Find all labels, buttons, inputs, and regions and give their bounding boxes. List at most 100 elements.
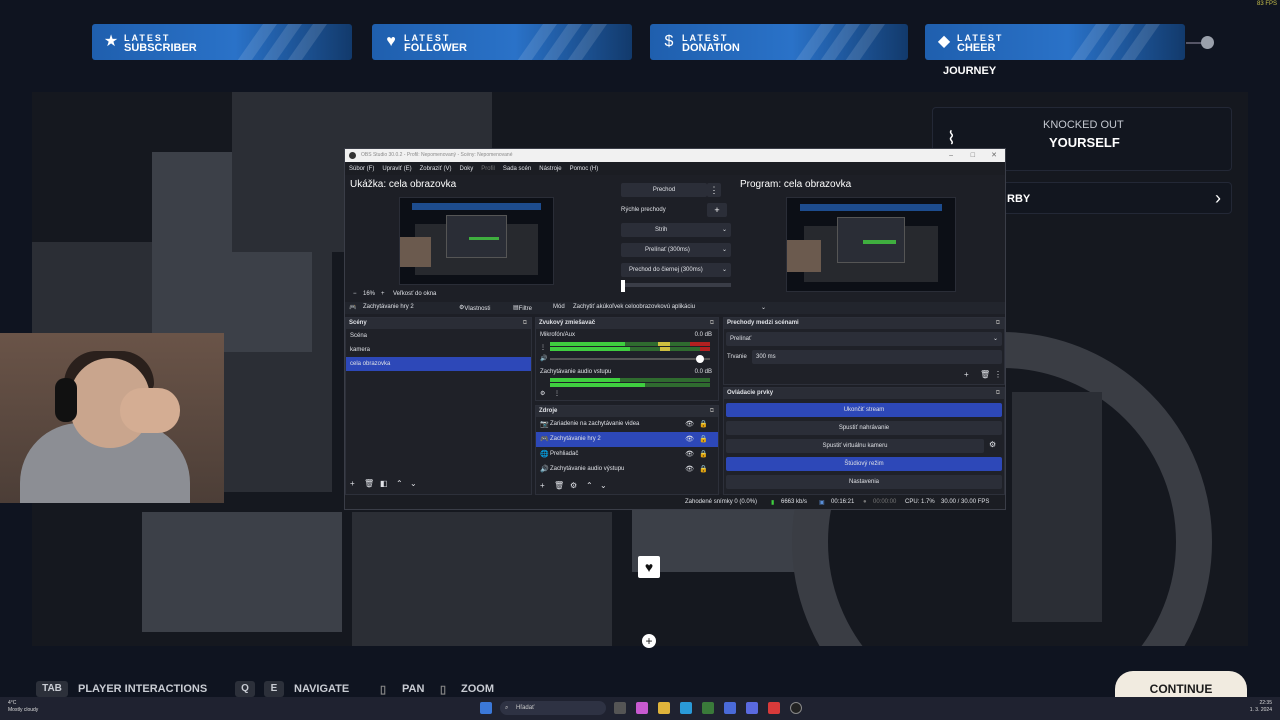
- mixer-settings-icon[interactable]: ⚙: [540, 390, 545, 397]
- t-bar-slider[interactable]: [621, 283, 731, 287]
- trash-icon[interactable]: 🗑: [554, 481, 564, 490]
- move-up-icon[interactable]: ⌃: [586, 481, 593, 490]
- trash-icon[interactable]: 🗑: [364, 479, 374, 488]
- transitions-header: Prechody medzi scénami ⧉: [724, 318, 1004, 329]
- heart-marker-icon[interactable]: ♥: [638, 556, 660, 578]
- mixer-menu-icon[interactable]: ⋮: [554, 390, 560, 397]
- start-recording-button[interactable]: Spustiť nahrávanie: [726, 421, 1002, 435]
- maximize-icon[interactable]: □: [971, 149, 975, 162]
- scene-item[interactable]: Scéna: [346, 329, 531, 343]
- minimize-icon[interactable]: –: [949, 149, 953, 162]
- lock-icon[interactable]: 🔒: [699, 432, 708, 447]
- journey-knob[interactable]: [1201, 36, 1214, 49]
- edge-icon[interactable]: [680, 702, 692, 714]
- move-down-icon[interactable]: ⌄: [410, 479, 417, 488]
- zoom-hint[interactable]: ZOOM: [461, 683, 494, 695]
- chevron-right-icon: ›: [1215, 188, 1221, 208]
- scene-item[interactable]: kamera: [346, 343, 531, 357]
- t-bar-handle[interactable]: [621, 280, 625, 292]
- visibility-icon[interactable]: 👁: [685, 462, 694, 477]
- file-explorer-icon[interactable]: [658, 702, 670, 714]
- stop-stream-button[interactable]: Ukončiť stream: [726, 403, 1002, 417]
- preview-canvas[interactable]: [399, 197, 554, 285]
- record-time: 00:00:00: [873, 499, 897, 505]
- properties-label: Vlastnosti: [464, 306, 491, 312]
- zoom-mode[interactable]: Veľkosť do okna: [393, 291, 436, 297]
- gear-icon[interactable]: ⚙: [570, 481, 577, 490]
- start-virtual-camera-button[interactable]: Spustiť virtuálnu kameru: [726, 439, 984, 453]
- menu-help[interactable]: Pomoc (H): [570, 166, 599, 172]
- menu-edit[interactable]: Upraviť (E): [382, 166, 411, 172]
- lock-icon[interactable]: 🔒: [699, 417, 708, 432]
- visibility-icon[interactable]: 👁: [685, 447, 694, 462]
- taskbar-clock[interactable]: 22:35 1. 3. 2024: [1250, 700, 1272, 714]
- transition-menu-icon[interactable]: ⋮: [707, 183, 721, 197]
- mode-select[interactable]: Zachytiť akúkoľvek celoobrazovkovú aplik…: [573, 304, 695, 310]
- copilot-icon[interactable]: [636, 702, 648, 714]
- menu-tools[interactable]: Nástroje: [539, 166, 561, 172]
- lock-icon[interactable]: 🔒: [699, 462, 708, 477]
- source-item[interactable]: 📷 Zariadenie na zachytávanie videa 👁 🔒: [536, 417, 718, 432]
- visibility-icon[interactable]: 👁: [685, 432, 694, 447]
- channel-menu-icon[interactable]: ⋮: [540, 344, 546, 351]
- task-view-icon[interactable]: [614, 702, 626, 714]
- studio-mode-button[interactable]: Štúdiový režim: [726, 457, 1002, 471]
- duration-input[interactable]: 300 ms: [752, 350, 1002, 364]
- mic-volume-slider[interactable]: [550, 358, 710, 360]
- menu-scene-collection[interactable]: Sada scén: [503, 166, 531, 172]
- dock-menu-icon[interactable]: ⧉: [996, 318, 1000, 329]
- filters-button[interactable]: ▤ Filtre: [513, 304, 532, 312]
- add-transition-icon[interactable]: +: [964, 370, 969, 379]
- mic-volume-handle[interactable]: [696, 355, 704, 363]
- menu-docks[interactable]: Doky: [460, 166, 474, 172]
- move-up-icon[interactable]: ⌃: [396, 479, 403, 488]
- source-item[interactable]: 🔊 Zachytávanie audio výstupu 👁 🔒: [536, 462, 718, 477]
- filter-icon[interactable]: ◧: [380, 479, 388, 488]
- taskbar-search[interactable]: ⌕ Hľadať: [500, 701, 606, 715]
- properties-button[interactable]: ⚙ Vlastnosti: [459, 304, 490, 312]
- dock-menu-icon[interactable]: ⧉: [523, 318, 527, 329]
- speaker-icon[interactable]: 🔊: [540, 355, 547, 362]
- transition-button[interactable]: Prechod: [621, 183, 707, 197]
- lock-icon[interactable]: 🔒: [699, 447, 708, 462]
- player-interactions-hint[interactable]: PLAYER INTERACTIONS: [78, 683, 207, 695]
- scene-item[interactable]: cela obrazovka: [346, 357, 531, 371]
- pan-hint[interactable]: PAN: [402, 683, 424, 695]
- menu-file[interactable]: Súbor (F): [349, 166, 374, 172]
- store-icon[interactable]: [702, 702, 714, 714]
- fade-black-transition-button[interactable]: Prechod do čiernej (300ms) ⌄: [621, 263, 731, 277]
- add-source-icon[interactable]: +: [540, 481, 545, 490]
- zoom-minus-icon[interactable]: −: [353, 291, 357, 297]
- menu-view[interactable]: Zobraziť (V): [420, 166, 452, 172]
- app-icon[interactable]: [724, 702, 736, 714]
- menu-profile[interactable]: Profil: [481, 166, 495, 172]
- dock-menu-icon[interactable]: ⧉: [710, 406, 714, 417]
- windows-start-icon[interactable]: [480, 702, 492, 714]
- nearby-card[interactable]: RBY ›: [1000, 182, 1232, 214]
- source-item[interactable]: 🌐 Prehliadač 👁 🔒: [536, 447, 718, 462]
- transition-select[interactable]: Prelínať ⌄: [726, 332, 1002, 346]
- move-down-icon[interactable]: ⌄: [600, 481, 607, 490]
- program-canvas: [786, 197, 956, 292]
- dock-menu-icon[interactable]: ⧉: [996, 388, 1000, 399]
- discord-icon[interactable]: [746, 702, 758, 714]
- add-scene-icon[interactable]: +: [350, 479, 355, 488]
- cut-transition-button[interactable]: Strih ⌄: [621, 223, 731, 237]
- source-item[interactable]: 🎮 Zachytávanie hry 2 👁 🔒: [536, 432, 718, 447]
- visibility-icon[interactable]: 👁: [685, 417, 694, 432]
- app-icon[interactable]: [768, 702, 780, 714]
- obs-taskbar-icon[interactable]: [790, 702, 802, 714]
- zoom-plus-icon[interactable]: +: [381, 291, 385, 297]
- gear-icon[interactable]: ⚙: [989, 440, 996, 449]
- plus-marker-icon[interactable]: +: [642, 634, 656, 648]
- trash-icon[interactable]: 🗑: [980, 370, 990, 379]
- navigate-hint[interactable]: NAVIGATE: [294, 683, 349, 695]
- close-icon[interactable]: ✕: [991, 149, 997, 162]
- transition-menu-icon[interactable]: ⋮: [994, 370, 1002, 379]
- weather-widget[interactable]: 4°C Mostly cloudy: [8, 700, 38, 714]
- settings-button[interactable]: Nastavenia: [726, 475, 1002, 489]
- dock-menu-icon[interactable]: ⧉: [710, 318, 714, 329]
- fade-transition-button[interactable]: Prelínať (300ms) ⌄: [621, 243, 731, 257]
- add-quick-transition-button[interactable]: +: [707, 203, 727, 217]
- sources-header: Zdroje ⧉: [536, 406, 718, 417]
